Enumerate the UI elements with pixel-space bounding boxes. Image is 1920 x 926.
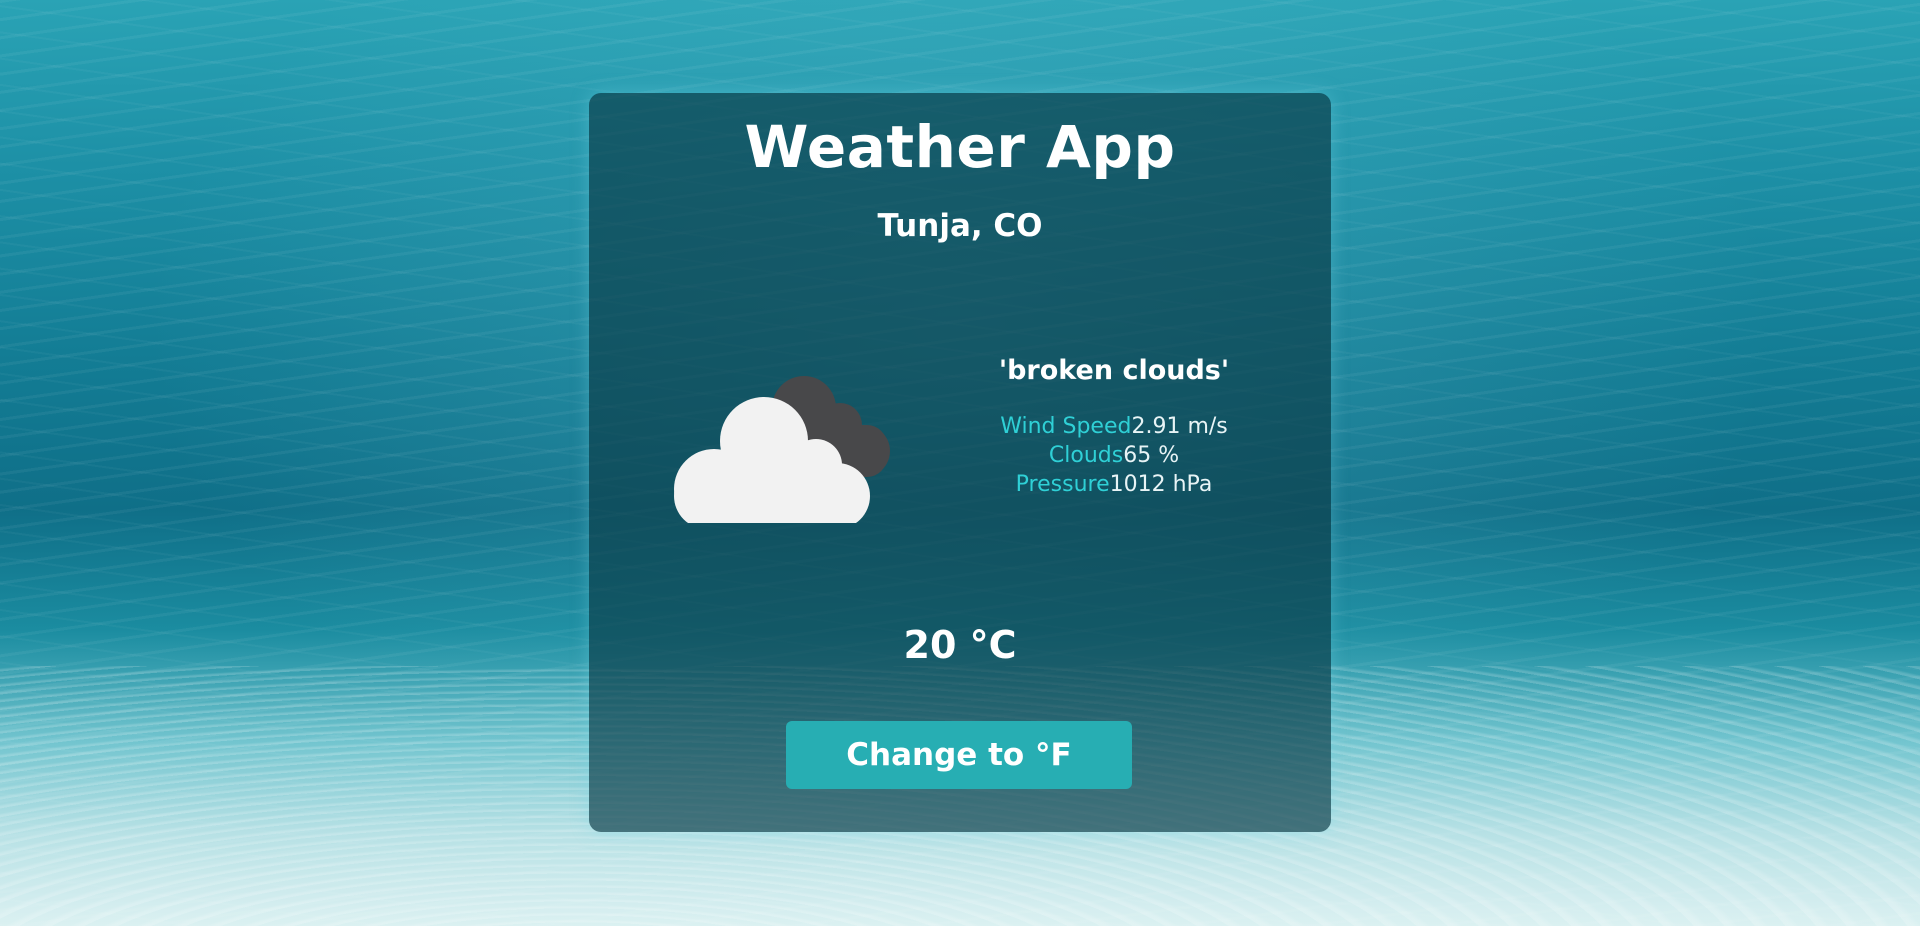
weather-card: Weather App Tunja, CO 'broken clouds' Wi… <box>589 93 1331 832</box>
stat-value: 2.91 m/s <box>1131 414 1228 439</box>
stat-label: Clouds <box>1048 443 1124 468</box>
change-unit-button[interactable]: Change to °F <box>786 721 1132 789</box>
stat-clouds: Clouds65 % <box>949 441 1279 470</box>
app-title: Weather App <box>744 113 1176 181</box>
location-label: Tunja, CO <box>877 208 1043 244</box>
weather-description: 'broken clouds' <box>998 355 1230 386</box>
temperature-display: 20 °C <box>903 623 1017 667</box>
stat-label: Pressure <box>1015 472 1110 497</box>
broken-clouds-icon <box>664 353 904 529</box>
stat-label: Wind Speed <box>1000 414 1132 439</box>
stat-wind-speed: Wind Speed2.91 m/s <box>949 412 1279 441</box>
stat-pressure: Pressure1012 hPa <box>949 470 1279 499</box>
weather-details: 'broken clouds' Wind Speed2.91 m/s Cloud… <box>949 355 1279 499</box>
stat-value: 65 % <box>1123 443 1180 468</box>
stat-value: 1012 hPa <box>1109 472 1213 497</box>
